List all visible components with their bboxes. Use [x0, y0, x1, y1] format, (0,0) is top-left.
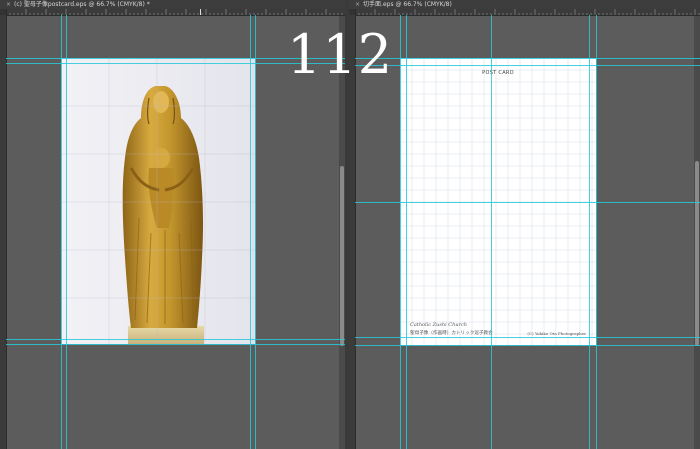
page-number: 112: [287, 23, 394, 86]
left-document-tab-title: (c) 聖母子像postcard.eps @ 66.7% (CMYK/8) *: [14, 1, 150, 8]
guide-line[interactable]: [355, 202, 700, 203]
left-document-tab[interactable]: × (c) 聖母子像postcard.eps @ 66.7% (CMYK/8) *: [0, 0, 345, 9]
guide-line[interactable]: [6, 339, 345, 340]
guide-line[interactable]: [355, 345, 700, 346]
right-document-tab-title: 切手面.eps @ 66.7% (CMYK/8): [363, 1, 452, 8]
ruler-origin[interactable]: [0, 9, 6, 15]
guide-line[interactable]: [491, 15, 492, 449]
vertical-ruler[interactable]: [0, 9, 7, 449]
guide-line[interactable]: [355, 65, 700, 66]
guide-line[interactable]: [355, 337, 700, 338]
guide-line[interactable]: [400, 15, 401, 449]
ruler-cursor-marker: [200, 9, 201, 15]
horizontal-ruler[interactable]: [6, 9, 345, 16]
statue-image-canvas[interactable]: [61, 58, 255, 344]
guide-line[interactable]: [6, 344, 345, 345]
close-tab-icon[interactable]: ×: [355, 0, 360, 9]
right-document-tab[interactable]: × 切手面.eps @ 66.7% (CMYK/8): [349, 0, 700, 9]
postcard-title: POST CARD: [482, 70, 514, 76]
scrollbar-thumb[interactable]: [695, 161, 699, 346]
postcard-caption: 聖母子像（作画時）カトリック逗子教会: [410, 331, 493, 336]
statue-pedestal: [128, 326, 204, 344]
scrollbar-thumb[interactable]: [340, 166, 344, 346]
guide-line[interactable]: [255, 15, 256, 449]
guide-line[interactable]: [66, 15, 67, 449]
guide-line[interactable]: [589, 15, 590, 449]
close-tab-icon[interactable]: ×: [6, 0, 11, 9]
vertical-scrollbar[interactable]: [694, 16, 700, 449]
guide-line[interactable]: [355, 58, 700, 59]
right-document-window[interactable]: × 切手面.eps @ 66.7% (CMYK/8) POST CARD Cath…: [349, 0, 700, 449]
guide-line[interactable]: [61, 15, 62, 449]
church-name: Catholic Zushi Church: [410, 322, 467, 328]
guide-line[interactable]: [596, 15, 597, 449]
guide-line[interactable]: [250, 15, 251, 449]
guide-line[interactable]: [406, 15, 407, 449]
ruler-ticks: [6, 9, 343, 15]
ruler-origin[interactable]: [349, 9, 355, 15]
statue-photo: [61, 58, 255, 344]
copyright-text: (C) Yukiko Ota Photographer: [527, 331, 586, 336]
